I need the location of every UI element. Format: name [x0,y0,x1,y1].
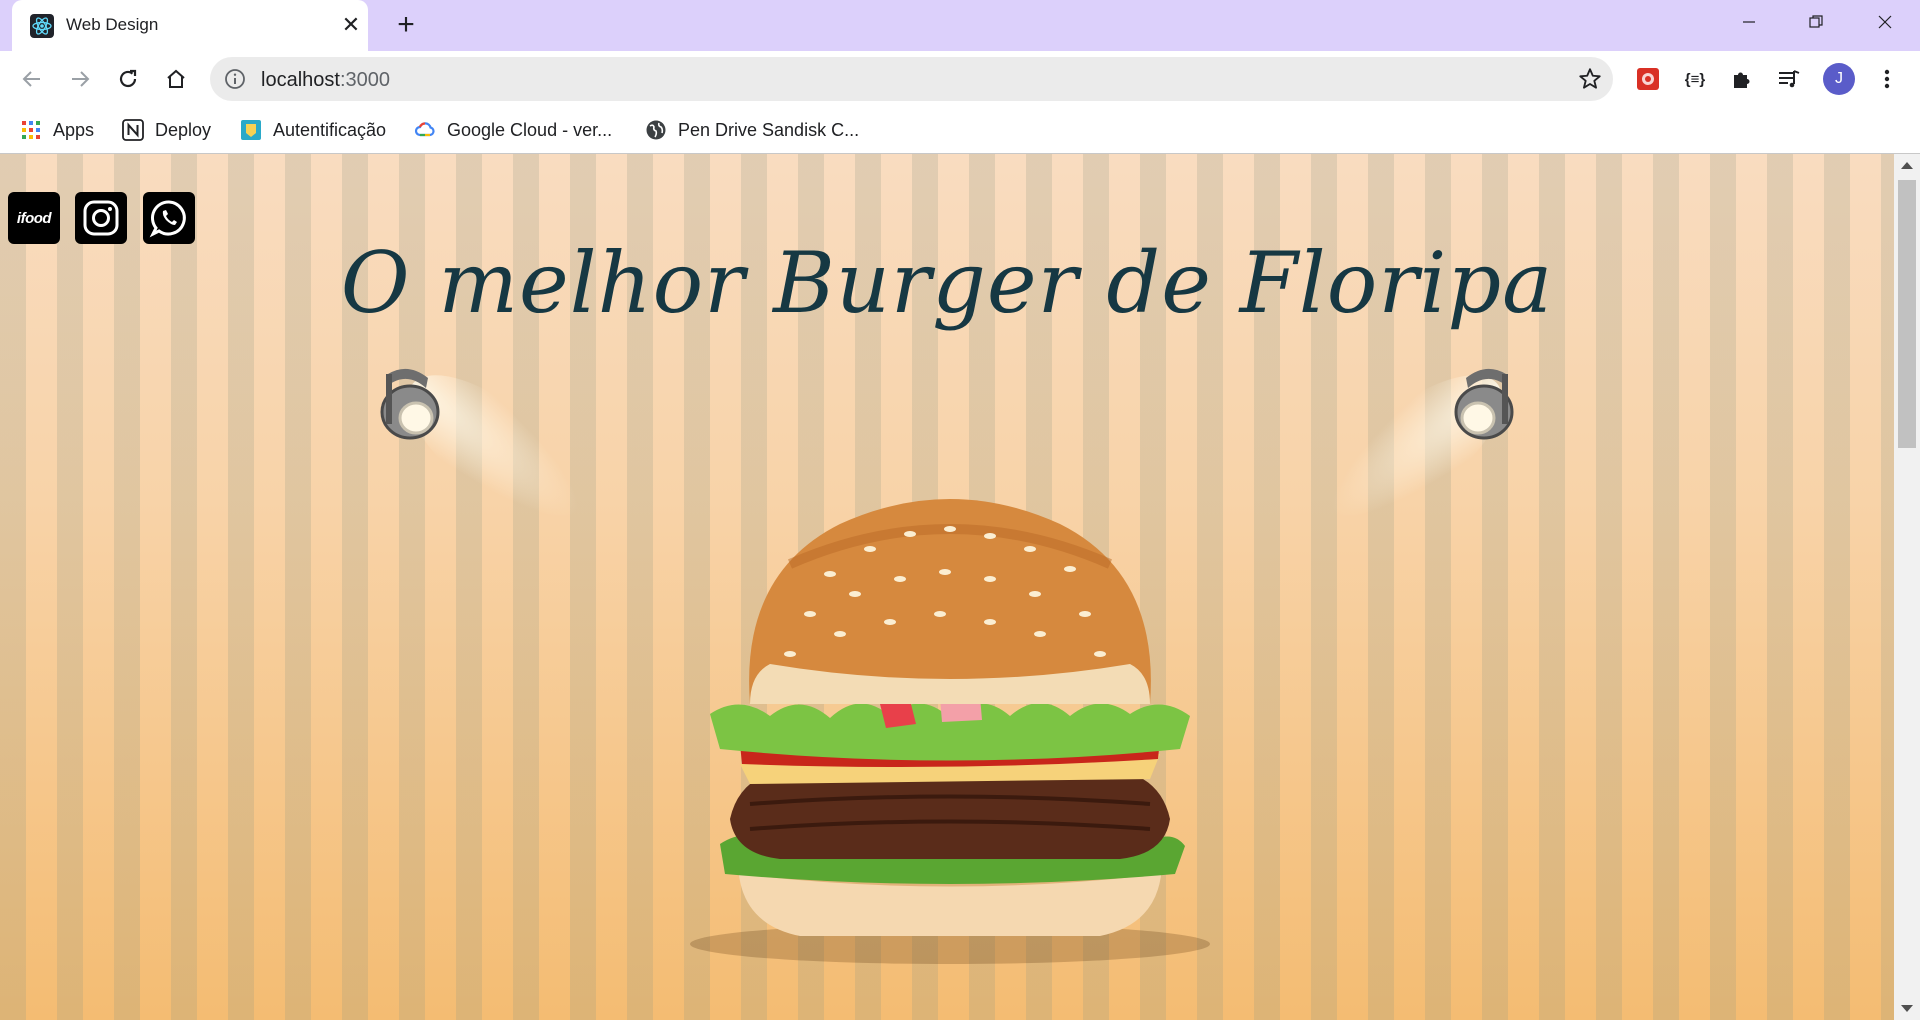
close-icon[interactable] [1856,0,1914,44]
restore-icon[interactable] [1787,0,1845,44]
bookmark-deploy[interactable]: Deploy [122,117,211,143]
bookmarks-bar: Apps Deploy Autentificação Google Cloud … [0,107,1920,154]
title-bar: Web Design ✕ + [0,0,1920,51]
scroll-down-icon[interactable] [1901,1005,1913,1012]
bookmark-autentificacao[interactable]: Autentificação [240,117,386,143]
spotlight-icon [1454,368,1514,440]
notion-icon [122,119,144,141]
scroll-thumb[interactable] [1898,180,1916,448]
bookmark-google-cloud[interactable]: Google Cloud - ver... [414,117,612,143]
back-icon[interactable] [16,63,48,95]
avatar[interactable]: J [1823,63,1855,95]
whatsapp-icon [149,200,186,238]
close-tab-icon[interactable]: ✕ [338,12,364,38]
red-extension-icon[interactable] [1633,64,1663,94]
scroll-up-icon[interactable] [1901,162,1913,169]
burger-image [690,499,1210,964]
address-bar[interactable]: localhost:3000 [210,57,1613,101]
tab-title: Web Design [66,15,159,34]
apps-grid-icon [20,119,42,141]
globe-icon [645,119,667,141]
tab-web-design[interactable]: Web Design ✕ [12,0,368,51]
page-scrollbar[interactable] [1894,154,1920,1020]
plus-icon[interactable]: + [390,9,422,41]
menu-icon[interactable] [1872,64,1902,94]
page-headline: O melhor Burger de Floripa [340,234,1554,332]
bookmark-apps[interactable]: Apps [20,117,94,143]
star-icon[interactable] [1577,66,1603,92]
spotlight-icon [380,368,440,440]
bookmark-pen-drive[interactable]: Pen Drive Sandisk C... [645,117,859,143]
json-extension-icon[interactable]: {≡} [1680,64,1710,94]
badge-icon [240,119,262,141]
google-cloud-icon [414,119,436,141]
puzzle-icon[interactable] [1727,64,1757,94]
media-icon[interactable] [1774,64,1804,94]
info-icon[interactable] [224,68,246,90]
page-viewport: ifood O melhor Burger de Floripa [0,154,1894,1020]
reload-icon[interactable] [112,63,144,95]
home-icon[interactable] [160,63,192,95]
react-icon [30,14,54,38]
minimize-icon[interactable] [1720,0,1778,44]
ifood-logo: ifood [16,209,52,227]
browser-toolbar: localhost:3000 {≡} J [0,51,1920,107]
address-text[interactable]: localhost:3000 [261,69,390,92]
instagram-icon [83,200,119,236]
forward-icon[interactable] [64,63,96,95]
